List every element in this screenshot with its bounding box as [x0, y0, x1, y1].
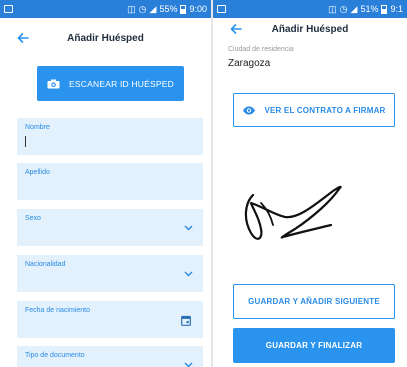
- nationality-label: Nacionalidad: [25, 261, 66, 268]
- last-name-label: Apellido: [25, 169, 50, 176]
- calendar-icon[interactable]: [181, 315, 191, 326]
- status-bar: ◫ ◷ ◢ 55% 9:00: [0, 0, 211, 18]
- save-and-finish-label: GUARDAR Y FINALIZAR: [265, 341, 363, 350]
- alarm-icon: ◷: [138, 3, 147, 14]
- first-name-label: Nombre: [25, 124, 50, 131]
- camera-icon: [47, 79, 60, 88]
- notification-app-icon: [217, 5, 226, 13]
- birth-date-label: Fecha de nacimiento: [25, 307, 90, 314]
- battery-icon: [180, 4, 187, 14]
- sex-label: Sexo: [25, 215, 41, 222]
- battery-icon: [381, 4, 388, 14]
- signal-icon: ◢: [149, 3, 157, 14]
- battery-percent: 51%: [360, 3, 379, 14]
- alarm-icon: ◷: [339, 3, 348, 14]
- clock: 9:00: [189, 3, 207, 14]
- eye-icon: [243, 106, 256, 114]
- chevron-down-icon: [184, 362, 193, 367]
- last-name-field[interactable]: Apellido: [17, 163, 203, 200]
- scan-id-button[interactable]: ESCANEAR ID HUÉSPED: [37, 66, 184, 101]
- birth-date-field[interactable]: Fecha de nacimiento: [17, 301, 203, 338]
- scan-id-label: ESCANEAR ID HUÉSPED: [69, 78, 174, 89]
- document-type-label: Tipo de documento: [25, 352, 85, 359]
- app-bar: Añadir Huésped: [0, 18, 211, 58]
- vibrate-icon: ◫: [328, 3, 337, 14]
- notification-app-icon: [4, 5, 13, 13]
- app-bar: Añadir Huésped: [213, 18, 407, 40]
- nationality-select[interactable]: Nacionalidad: [17, 255, 203, 292]
- signature-drawing[interactable]: [239, 173, 349, 255]
- clock: 9:1: [390, 3, 403, 14]
- city-label: Ciudad de residencia: [228, 46, 294, 53]
- save-and-add-next-button[interactable]: GUARDAR Y AÑADIR SIGUIENTE: [233, 284, 395, 319]
- first-name-field[interactable]: Nombre: [17, 118, 203, 155]
- back-arrow-icon[interactable]: [12, 27, 34, 49]
- view-contract-label: VER EL CONTRATO A FIRMAR: [264, 105, 386, 115]
- save-and-finish-button[interactable]: GUARDAR Y FINALIZAR: [233, 328, 395, 363]
- city-value[interactable]: Zaragoza: [228, 58, 270, 69]
- back-arrow-icon[interactable]: [225, 18, 247, 40]
- chevron-down-icon: [184, 271, 193, 277]
- signal-icon: ◢: [350, 3, 358, 14]
- vibrate-icon: ◫: [127, 3, 136, 14]
- battery-percent: 55%: [159, 3, 178, 14]
- text-cursor: [25, 136, 26, 147]
- document-type-select[interactable]: Tipo de documento: [17, 346, 203, 367]
- screen-add-guest-signature: ◫ ◷ ◢ 51% 9:1 Añadir Huésped Ciudad de r…: [213, 0, 407, 367]
- sex-select[interactable]: Sexo: [17, 209, 203, 246]
- chevron-down-icon: [184, 225, 193, 231]
- screen-add-guest-form: ◫ ◷ ◢ 55% 9:00 Añadir Huésped ESCANEAR I…: [0, 0, 211, 367]
- view-contract-button[interactable]: VER EL CONTRATO A FIRMAR: [233, 93, 395, 127]
- status-bar: ◫ ◷ ◢ 51% 9:1: [213, 0, 407, 18]
- save-and-add-next-label: GUARDAR Y AÑADIR SIGUIENTE: [248, 297, 380, 306]
